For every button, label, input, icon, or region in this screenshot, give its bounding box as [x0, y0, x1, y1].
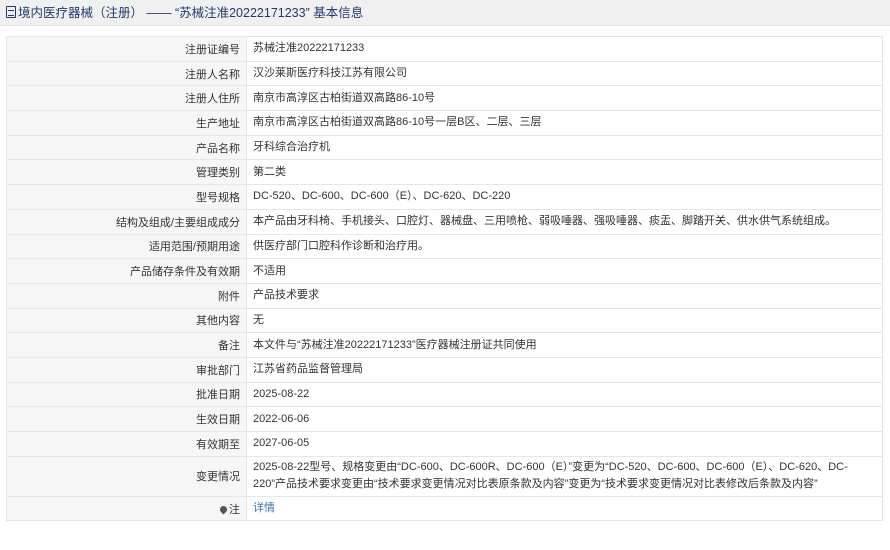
table-row: 附件 产品技术要求 [6, 282, 883, 309]
page-title: 境内医疗器械（注册） —— “苏械注准20222171233” 基本信息 [18, 6, 364, 20]
field-value: 供医疗部门口腔科作诊断和治疗用。 [246, 233, 883, 260]
table-row: 产品名称 牙科综合治疗机 [6, 134, 883, 161]
field-label: 产品名称 [6, 134, 247, 161]
table-row: 结构及组成/主要组成成分 本产品由牙科椅、手机接头、口腔灯、器械盘、三用喷枪、弱… [6, 208, 883, 235]
field-value: 南京市高淳区古柏街道双高路86-10号 [246, 85, 883, 112]
field-value: 2025-08-22型号、规格变更由“DC-600、DC-600R、DC-600… [246, 455, 883, 497]
field-label: 备注 [6, 332, 247, 358]
field-label: 型号规格 [6, 184, 247, 210]
field-label: 批准日期 [6, 381, 247, 408]
field-label: 管理类别 [6, 159, 247, 186]
field-value: 不适用 [246, 258, 883, 284]
document-icon [6, 6, 16, 18]
field-label: 变更情况 [6, 455, 247, 497]
field-value: DC-520、DC-600、DC-600（E）、DC-620、DC-220 [246, 184, 883, 210]
table-row: 适用范围/预期用途 供医疗部门口腔科作诊断和治疗用。 [6, 233, 883, 260]
field-value: 江苏省药品监督管理局 [246, 356, 883, 383]
field-value: 2027-06-05 [246, 431, 883, 457]
table-row: 审批部门 江苏省药品监督管理局 [6, 356, 883, 383]
note-value-cell: 详情 [246, 495, 883, 522]
field-label: 其他内容 [6, 307, 247, 334]
note-label-cell: 注 [6, 495, 247, 522]
field-label: 结构及组成/主要组成成分 [6, 208, 247, 235]
field-value: 牙科综合治疗机 [246, 134, 883, 161]
detail-link[interactable]: 详情 [253, 502, 275, 514]
field-label: 注册人名称 [6, 60, 247, 87]
page-header: 境内医疗器械（注册） —— “苏械注准20222171233” 基本信息 [0, 0, 890, 26]
field-label: 有效期至 [6, 431, 247, 457]
field-value: 本文件与“苏械注准20222171233”医疗器械注册证共同使用 [246, 332, 883, 358]
table-row: 备注 本文件与“苏械注准20222171233”医疗器械注册证共同使用 [6, 332, 883, 358]
field-value: 汉沙莱斯医疗科技江苏有限公司 [246, 60, 883, 87]
field-label: 注册证编号 [6, 36, 247, 62]
table-row-note: 注 详情 [6, 495, 883, 522]
field-value: 2022-06-06 [246, 406, 883, 432]
table-row: 注册人名称 汉沙莱斯医疗科技江苏有限公司 [6, 60, 883, 87]
field-label: 生产地址 [6, 110, 247, 136]
field-label: 生效日期 [6, 406, 247, 432]
info-table: 注册证编号 苏械注准20222171233 注册人名称 汉沙莱斯医疗科技江苏有限… [6, 36, 883, 522]
table-row: 批准日期 2025-08-22 [6, 381, 883, 408]
field-label: 注册人住所 [6, 85, 247, 112]
table-row: 注册人住所 南京市高淳区古柏街道双高路86-10号 [6, 85, 883, 112]
table-row: 产品储存条件及有效期 不适用 [6, 258, 883, 284]
table-row: 变更情况 2025-08-22型号、规格变更由“DC-600、DC-600R、D… [6, 455, 883, 497]
note-label: 注 [229, 503, 240, 516]
field-label: 审批部门 [6, 356, 247, 383]
field-label: 产品储存条件及有效期 [6, 258, 247, 284]
table-row: 注册证编号 苏械注准20222171233 [6, 36, 883, 62]
field-value: 第二类 [246, 159, 883, 186]
table-row: 型号规格 DC-520、DC-600、DC-600（E）、DC-620、DC-2… [6, 184, 883, 210]
table-row: 生效日期 2022-06-06 [6, 406, 883, 432]
table-row: 管理类别 第二类 [6, 159, 883, 186]
table-row: 有效期至 2027-06-05 [6, 431, 883, 457]
field-value: 2025-08-22 [246, 381, 883, 408]
field-label: 适用范围/预期用途 [6, 233, 247, 260]
pin-icon [218, 504, 229, 514]
field-label: 附件 [6, 282, 247, 309]
table-row: 生产地址 南京市高淳区古柏街道双高路86-10号一层B区、二层、三层 [6, 110, 883, 136]
table-row: 其他内容 无 [6, 307, 883, 334]
field-value: 本产品由牙科椅、手机接头、口腔灯、器械盘、三用喷枪、弱吸唾器、强吸唾器、痰盂、脚… [246, 208, 883, 235]
field-value: 苏械注准20222171233 [246, 36, 883, 62]
field-value: 无 [246, 307, 883, 334]
field-value: 产品技术要求 [246, 282, 883, 309]
field-value: 南京市高淳区古柏街道双高路86-10号一层B区、二层、三层 [246, 110, 883, 136]
